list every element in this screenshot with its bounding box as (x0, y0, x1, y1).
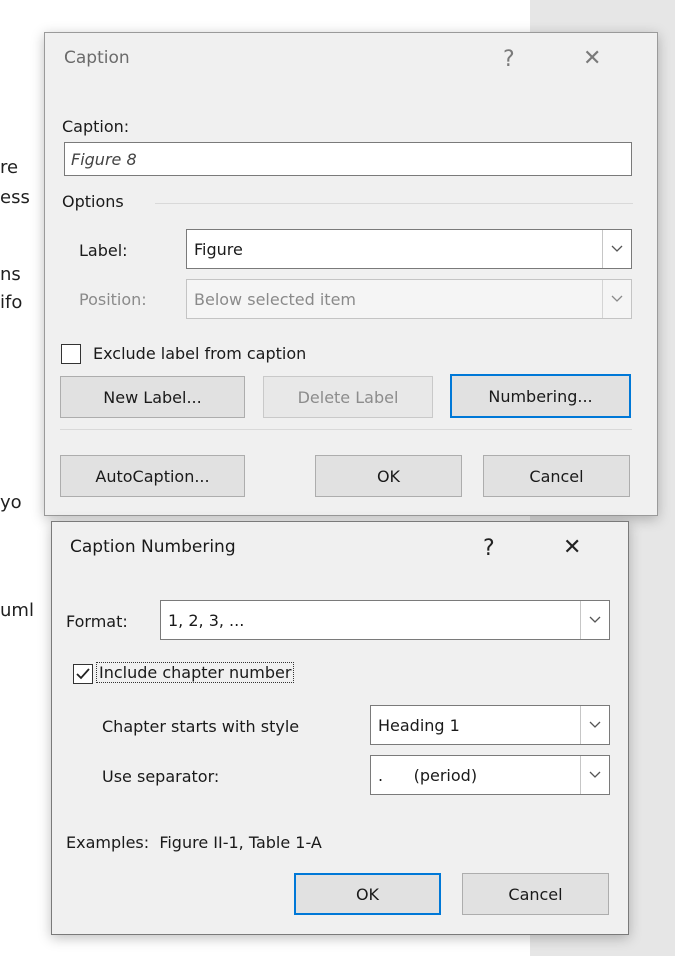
delete-label-button[interactable]: Delete Label (263, 376, 433, 418)
numbering-titlebar: Caption Numbering ? ✕ (52, 522, 628, 576)
chapter-style-label: Chapter starts with style (102, 717, 300, 736)
ok-button[interactable]: OK (294, 873, 441, 915)
position-dropdown[interactable]: Below selected item (186, 279, 632, 319)
separator-dropdown[interactable]: . (period) (370, 755, 610, 795)
ok-button[interactable]: OK (315, 455, 462, 497)
new-label-button[interactable]: New Label... (60, 376, 245, 418)
dialog-title: Caption Numbering (70, 537, 236, 557)
chapter-style-dropdown[interactable]: Heading 1 (370, 705, 610, 745)
document-text-fragment: uml (0, 600, 34, 621)
close-button[interactable]: ✕ (563, 535, 581, 560)
help-button[interactable]: ? (483, 536, 495, 561)
chevron-down-icon (580, 601, 609, 639)
document-text-fragment: ns (0, 264, 21, 285)
caption-input[interactable]: Figure 8 (64, 142, 632, 176)
separator-label: Use separator: (102, 767, 220, 786)
position-dropdown-value: Below selected item (194, 289, 356, 309)
include-chapter-text: Include chapter number (95, 662, 295, 683)
label-field-label: Label: (79, 241, 128, 260)
close-button[interactable]: ✕ (583, 46, 601, 71)
position-field-label: Position: (79, 290, 147, 309)
format-field-label: Format: (66, 612, 128, 631)
caption-titlebar: Caption ? ✕ (45, 33, 657, 87)
checkmark-icon (76, 668, 90, 680)
options-group-label: Options (62, 192, 124, 211)
include-chapter-checkbox[interactable] (73, 664, 93, 684)
document-text-fragment: ifo (0, 292, 23, 313)
dialog-title: Caption (64, 48, 130, 68)
options-divider (155, 203, 633, 204)
cancel-button[interactable]: Cancel (483, 455, 630, 497)
caption-field-label: Caption: (62, 117, 130, 136)
autocaption-button[interactable]: AutoCaption... (60, 455, 245, 497)
document-text-fragment: yo (0, 492, 22, 513)
label-dropdown[interactable]: Figure (186, 229, 632, 269)
format-dropdown-value: 1, 2, 3, ... (168, 610, 245, 630)
format-dropdown[interactable]: 1, 2, 3, ... (160, 600, 610, 640)
footer-divider (60, 429, 632, 430)
exclude-label-checkbox[interactable] (61, 344, 81, 364)
numbering-button[interactable]: Numbering... (450, 374, 631, 418)
chevron-down-icon (602, 230, 631, 268)
chevron-down-icon (602, 280, 631, 318)
chapter-style-value: Heading 1 (378, 715, 460, 735)
caption-dialog: Caption ? ✕ Caption: Figure 8 Options La… (44, 32, 658, 516)
chevron-down-icon (580, 756, 609, 794)
caption-numbering-dialog: Caption Numbering ? ✕ Format: 1, 2, 3, .… (51, 521, 629, 935)
document-text-fragment: ess (0, 187, 30, 208)
chevron-down-icon (580, 706, 609, 744)
separator-value: . (period) (378, 765, 478, 785)
document-text-fragment: re (0, 157, 19, 178)
cancel-button[interactable]: Cancel (462, 873, 609, 915)
label-dropdown-value: Figure (194, 239, 243, 259)
exclude-label-text: Exclude label from caption (93, 344, 307, 363)
examples-text: Examples: Figure II-1, Table 1-A (66, 833, 322, 852)
help-button[interactable]: ? (503, 47, 515, 72)
